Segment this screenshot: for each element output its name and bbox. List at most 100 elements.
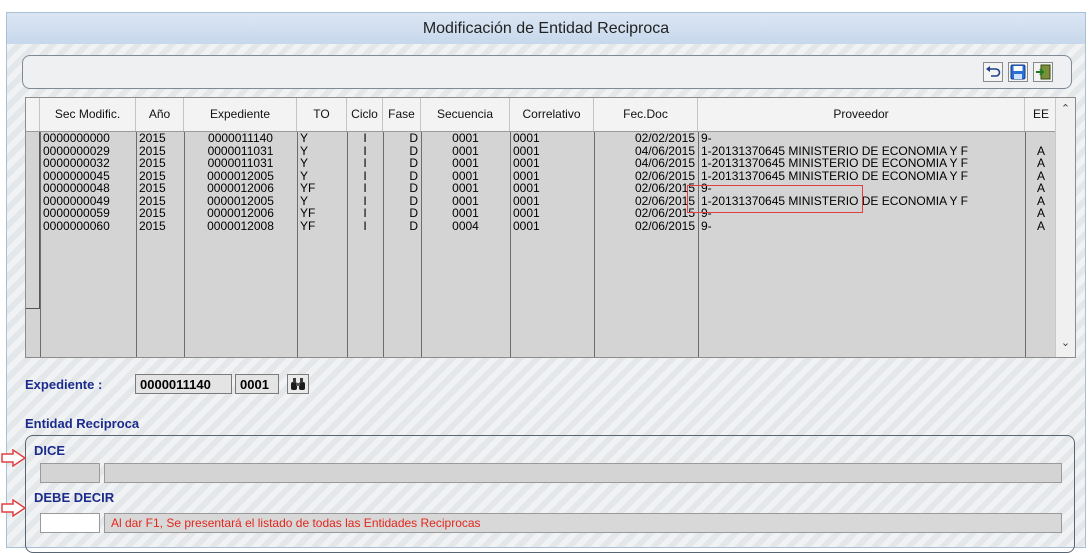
- table-row[interactable]: 0000000060 2015 0000012008 YF I D 0004 0001 02/0…: [26, 220, 1057, 232]
- table-cell: 02/06/2015: [634, 207, 695, 219]
- red-arrow-icon: [1, 449, 27, 467]
- table-cell: D: [409, 182, 418, 194]
- table-cell: 0000000060: [43, 219, 110, 232]
- table-cell: 2015: [139, 182, 166, 194]
- expediente-label: Expediente :: [25, 377, 103, 392]
- table-cell: 1-20131370645 MINISTERIO DE ECONOMIA Y F: [701, 157, 968, 169]
- expediente-secuencia-field[interactable]: 0001: [235, 374, 279, 394]
- undo-button[interactable]: [983, 62, 1003, 82]
- table-row[interactable]: 0000000032 2015 0000011031 Y I D 0001 0001 04/06…: [26, 157, 1057, 169]
- header-fec-doc[interactable]: Fec.Doc: [594, 98, 698, 131]
- table-cell: A: [1036, 169, 1045, 182]
- table-cell: 0001: [452, 157, 479, 169]
- table-row[interactable]: 0000000029 2015 0000011031 Y I D 0001 0001 04/06…: [26, 145, 1057, 157]
- dice-description-field[interactable]: [104, 463, 1062, 483]
- table-cell: 0001: [513, 144, 540, 157]
- table-cell: A: [1036, 207, 1045, 219]
- table-cell: 0004: [452, 219, 479, 232]
- row-selector[interactable]: [26, 294, 40, 309]
- table-cell: [1025, 132, 1057, 144]
- table-cell: YF: [300, 182, 316, 194]
- table-row[interactable]: 0000000048 2015 0000012006 YF I D 0001 0001 02/0…: [26, 182, 1057, 194]
- table-cell: 0000011031: [207, 157, 274, 169]
- header-anio[interactable]: Año: [136, 98, 184, 131]
- header-correlativo[interactable]: Correlativo: [510, 98, 594, 131]
- table-cell: 0001: [513, 132, 540, 144]
- debe-decir-label: DEBE DECIR: [34, 490, 115, 505]
- table-cell: 2015: [139, 194, 166, 207]
- scroll-down-icon[interactable]: ⌄: [1060, 338, 1071, 349]
- header-ciclo[interactable]: Ciclo: [347, 98, 383, 131]
- table-cell: 0000000059: [43, 207, 110, 219]
- table-cell: Y: [300, 144, 309, 157]
- table-cell: D: [409, 157, 418, 169]
- table-cell: 0000012006: [207, 207, 274, 219]
- client-area: Sec Modific. Año Expediente TO Ciclo Fas…: [1, 44, 1085, 553]
- scroll-up-icon[interactable]: ⌃: [1060, 104, 1071, 115]
- table-cell: 02/06/2015: [634, 169, 695, 182]
- table-cell: I: [363, 169, 367, 182]
- table-cell: 0001: [513, 157, 540, 169]
- table-cell: 0000012005: [207, 194, 274, 207]
- table-cell: 0000012008: [207, 219, 274, 232]
- table-cell: 0000012006: [207, 182, 274, 194]
- table-cell: YF: [300, 219, 316, 232]
- table-cell: 0000000000: [43, 132, 110, 144]
- header-to[interactable]: TO: [297, 98, 347, 131]
- table-cell: 04/06/2015: [634, 157, 695, 169]
- table-row[interactable]: 0000000049 2015 0000012005 Y I D 0001 0001 02/06…: [26, 195, 1057, 207]
- entidad-reciproca-title: Entidad Reciproca: [25, 416, 140, 431]
- table-cell: 0000011140: [208, 132, 273, 144]
- table-cell: A: [1036, 219, 1045, 232]
- table-cell: I: [363, 182, 367, 194]
- table-cell: 1-20131370645 MINISTERIO DE ECONOMIA Y F: [701, 144, 968, 157]
- table-cell: 1-20131370645 MINISTERIO DE ECONOMIA Y F: [701, 169, 968, 182]
- table-cell: 0001: [513, 194, 540, 207]
- table-cell: 2015: [139, 144, 166, 157]
- table-cell: 0001: [452, 144, 479, 157]
- expediente-number-field[interactable]: 0000011140: [135, 374, 232, 394]
- header-ee[interactable]: EE: [1025, 98, 1057, 131]
- table-row[interactable]: 0000000000 2015 0000011140 Y I D 0001 0001 02/02…: [26, 132, 1057, 144]
- table-cell: 0001: [452, 194, 479, 207]
- table-cell: 9-: [701, 182, 712, 194]
- header-expediente[interactable]: Expediente: [184, 98, 297, 131]
- table-cell: D: [409, 144, 418, 157]
- table-cell: 0000000029: [43, 144, 110, 157]
- grid-header: Sec Modific. Año Expediente TO Ciclo Fas…: [26, 98, 1057, 132]
- header-selector: [26, 98, 40, 131]
- table-cell: A: [1036, 157, 1045, 169]
- header-fase[interactable]: Fase: [383, 98, 421, 131]
- dice-code-field[interactable]: [40, 463, 100, 483]
- header-sec-modific[interactable]: Sec Modific.: [40, 98, 136, 131]
- table-cell: 0000000045: [43, 169, 110, 182]
- exit-button[interactable]: [1033, 62, 1053, 82]
- table-cell: 0000000032: [43, 157, 110, 169]
- header-proveedor[interactable]: Proveedor: [698, 98, 1025, 131]
- dice-label: DICE: [34, 443, 66, 458]
- table-row[interactable]: 0000000045 2015 0000012005 Y I D 0001 0001 02/06…: [26, 170, 1057, 182]
- entidad-reciproca-group: DICE DEBE DECIR Al dar F1, Se presentará…: [25, 435, 1075, 553]
- toolbar: [22, 55, 1072, 89]
- table-cell: I: [363, 157, 367, 169]
- table-cell: D: [409, 194, 418, 207]
- table-cell: Y: [300, 157, 309, 169]
- table-row[interactable]: 0000000059 2015 0000012006 YF I D 0001 0001 02/0…: [26, 207, 1057, 219]
- modifications-grid[interactable]: Sec Modific. Año Expediente TO Ciclo Fas…: [25, 97, 1076, 358]
- header-secuencia[interactable]: Secuencia: [421, 98, 510, 131]
- table-cell: 0001: [452, 132, 479, 144]
- search-button[interactable]: [287, 374, 309, 394]
- save-button[interactable]: [1008, 62, 1028, 82]
- grid-vertical-scrollbar[interactable]: ⌃ ⌄: [1055, 98, 1075, 357]
- binoculars-icon: [291, 378, 305, 390]
- debe-decir-code-input[interactable]: [40, 513, 100, 533]
- table-cell: 9-: [701, 132, 712, 144]
- table-cell: 2015: [139, 157, 166, 169]
- table-cell: 0001: [513, 169, 540, 182]
- table-cell: 9-: [701, 219, 712, 232]
- table-cell: 02/06/2015: [634, 182, 695, 194]
- table-cell: 0001: [513, 219, 540, 232]
- table-cell: I: [363, 194, 367, 207]
- exit-icon: [1036, 64, 1051, 80]
- table-cell: 0000012005: [207, 169, 274, 182]
